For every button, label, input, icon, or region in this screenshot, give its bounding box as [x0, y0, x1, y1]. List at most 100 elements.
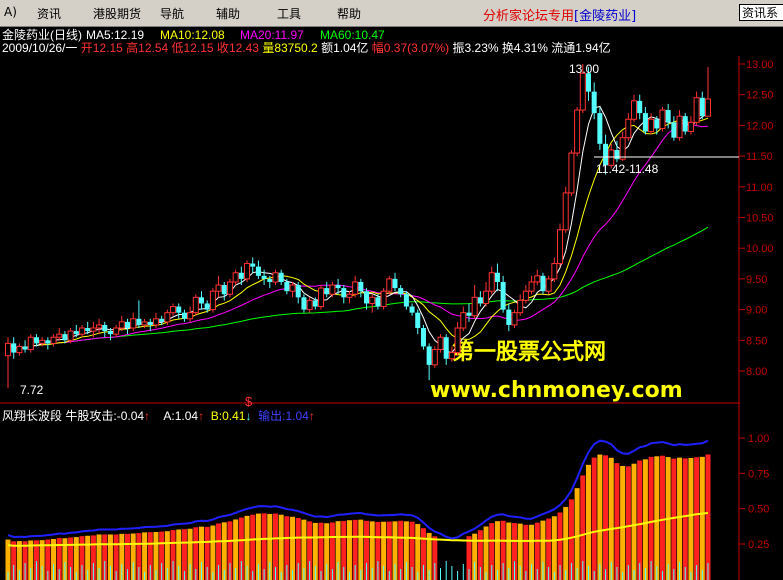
candle-body [11, 343, 17, 353]
candle-body [33, 337, 39, 344]
brand-stock: [金陵药业] [574, 9, 637, 24]
indicator-bar [671, 458, 677, 580]
y-tick-label: 8.50 [746, 335, 767, 347]
candle-body [215, 284, 222, 292]
candle-body [204, 303, 210, 310]
candle-body [437, 336, 444, 351]
candle-body [232, 272, 239, 283]
candle-body [659, 109, 666, 129]
indicator-bar [483, 526, 489, 580]
candle-body [551, 263, 558, 280]
ma5-line [7, 105, 709, 354]
indicator-bar [682, 458, 688, 580]
candle-body [443, 337, 449, 359]
menu-item-news[interactable]: 资讯 [37, 5, 61, 22]
candle-body [477, 297, 483, 304]
candle-body [152, 318, 159, 326]
candle-body [415, 312, 421, 329]
candle-body [448, 352, 455, 360]
indicator-bar [659, 455, 665, 580]
candle-body [358, 281, 364, 292]
y-tick-label: 11.00 [746, 182, 773, 194]
candle-body [22, 346, 28, 350]
candle-body [420, 328, 426, 347]
candle-body [597, 113, 603, 144]
candle-body [335, 285, 341, 289]
forum-brand: 分析家论坛专用[金陵药业] [483, 5, 636, 24]
candle-body [671, 122, 677, 138]
candle-body [176, 306, 182, 313]
candle-body [306, 299, 313, 311]
candle-body [568, 152, 575, 194]
candle-body [631, 100, 638, 120]
candle-body [147, 321, 153, 325]
y-tick-label: 0.50 [748, 504, 769, 516]
candle-body [125, 321, 131, 329]
candle-body [27, 336, 34, 351]
candle-body [687, 121, 694, 133]
candle-body [540, 275, 546, 292]
menu-item-navigation[interactable]: 导航 [160, 5, 184, 22]
candle-body [534, 275, 541, 283]
candle-body [522, 290, 529, 301]
indicator-bar [574, 488, 580, 580]
y-axis-indicator: 1.00 0.75 0.50 0.25 [739, 433, 769, 551]
y-axis-main: 13.00 12.50 12.00 11.50 11.00 10.50 10.00 9.50 9… [739, 59, 774, 378]
y-tick-label: 0.75 [748, 468, 769, 480]
indicator-bar [210, 525, 216, 580]
indicator-bar [631, 463, 637, 580]
candle-body [483, 290, 490, 304]
candle-body [625, 118, 632, 139]
stock-chart: 13.00 12.50 12.00 11.50 11.00 10.50 10.00 9.50 9… [0, 56, 774, 580]
candle-body [676, 115, 683, 139]
y-tick-label: 10.00 [746, 243, 774, 255]
y-tick-label: 11.50 [746, 151, 773, 163]
candle-body [187, 312, 194, 320]
candle-body [96, 324, 103, 329]
candle-body [39, 339, 46, 344]
brand-text: 分析家论坛专用 [483, 9, 575, 24]
candle-body [380, 290, 387, 308]
menu-item-assist[interactable]: 辅助 [216, 5, 240, 22]
indicator-bar [585, 464, 591, 580]
candle-body [386, 278, 393, 292]
indicator-bar [250, 514, 256, 580]
candle-body [460, 312, 467, 329]
indicator-pane [5, 439, 711, 580]
menu-item-help[interactable]: 帮助 [337, 5, 361, 22]
menu-item-hk-futures[interactable]: 港股期货 [93, 5, 141, 22]
news-system-button[interactable]: 资讯系 [739, 4, 783, 21]
menu-bar: A) 资讯 港股期货 导航 辅助 工具 帮助 分析家论坛专用[金陵药业] 资讯系 [0, 0, 783, 27]
candle-body [261, 275, 267, 279]
candle-body [517, 299, 524, 314]
candle-body [364, 291, 370, 304]
indicator-bar [705, 454, 711, 580]
indicator-bar [625, 466, 631, 580]
candle-body [466, 312, 472, 316]
candle-body [284, 281, 290, 292]
candle-body [705, 98, 711, 117]
peak-label: 13.00 [569, 62, 599, 76]
indicator-bar [688, 458, 694, 580]
candle-body [301, 297, 307, 310]
menu-item-tools[interactable]: 工具 [277, 5, 301, 22]
indicator-bar [694, 457, 700, 580]
candle-body [341, 288, 347, 298]
candle-body [591, 91, 597, 114]
candle-body [73, 331, 79, 335]
indicator-bar [654, 456, 660, 580]
candle-body [511, 312, 518, 326]
y-tick-label: 8.00 [746, 366, 767, 378]
candle-body [352, 281, 359, 295]
indicator-bar [415, 524, 421, 580]
candle-body [141, 321, 148, 326]
candle-body [648, 118, 655, 133]
candle-body [170, 306, 177, 314]
candle-body [642, 113, 648, 132]
candle-body [488, 272, 495, 292]
y-tick-label: 13.00 [746, 59, 774, 71]
indicator-bar [597, 454, 603, 580]
indicator-bar [563, 506, 569, 580]
candle-body [67, 330, 74, 341]
candle-body [312, 300, 318, 307]
